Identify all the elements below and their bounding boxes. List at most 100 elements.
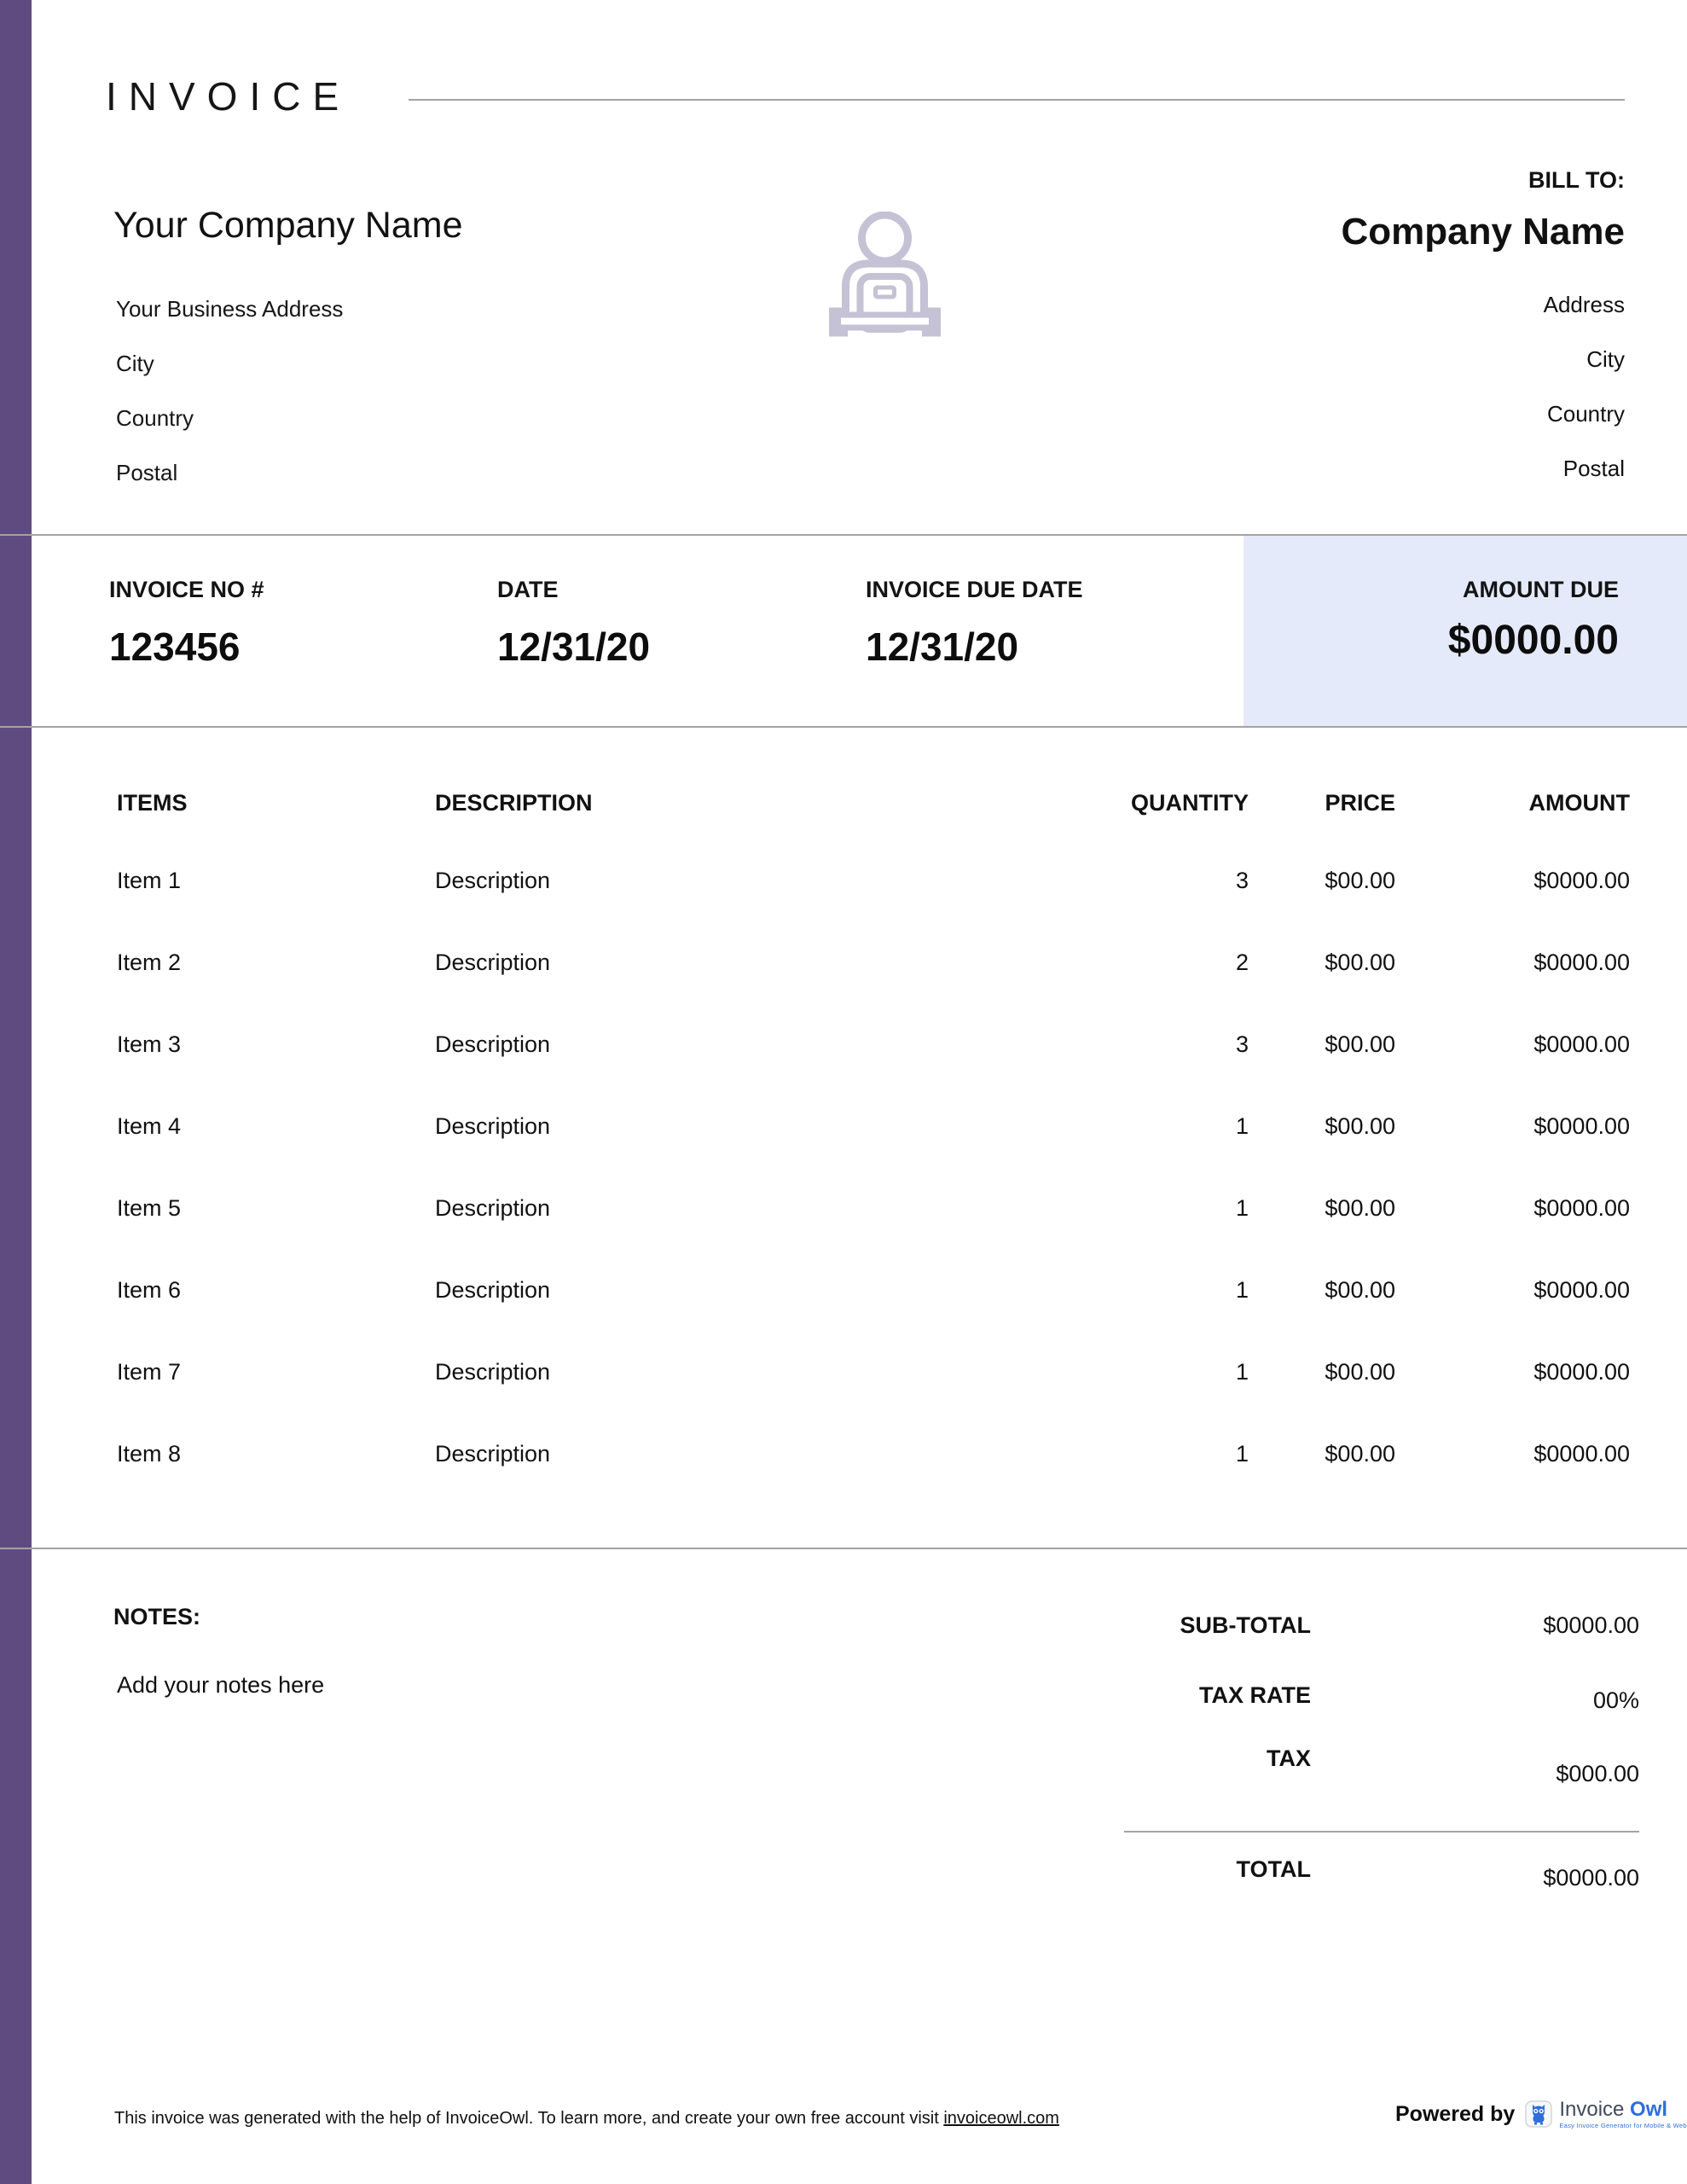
- owl-logo-icon: [1525, 2100, 1552, 2128]
- row-quantity: 1: [904, 1195, 1252, 1222]
- row-quantity: 1: [904, 1277, 1252, 1304]
- meta-band-top-line: [0, 534, 1687, 536]
- row-description: Description: [426, 1031, 904, 1058]
- row-item: Item 1: [109, 868, 426, 894]
- subtotal-label: SUB-TOTAL: [1180, 1612, 1311, 1639]
- row-description: Description: [426, 1195, 904, 1222]
- row-amount: $0000.00: [1399, 868, 1633, 894]
- left-accent-bar: [0, 0, 32, 2184]
- row-amount: $0000.00: [1399, 1441, 1633, 1467]
- row-description: Description: [426, 1113, 904, 1140]
- row-price: $00.00: [1252, 1031, 1399, 1058]
- row-amount: $0000.00: [1399, 1359, 1633, 1385]
- table-row: Item 1 Description 3 $00.00 $0000.00: [109, 839, 1633, 921]
- tax-label: TAX: [1267, 1745, 1311, 1772]
- company-address-city: City: [116, 336, 343, 391]
- powered-by-label: Powered by: [1395, 2102, 1515, 2127]
- total-value: $0000.00: [1543, 1865, 1639, 1891]
- table-row: Item 2 Description 2 $00.00 $0000.00: [109, 921, 1633, 1003]
- footer-note: This invoice was generated with the help…: [114, 2109, 1059, 2129]
- table-row: Item 4 Description 1 $00.00 $0000.00: [109, 1085, 1633, 1167]
- bill-to-block: BILL TO: Company Name Address City Count…: [1341, 167, 1625, 496]
- invoice-date-value: 12/31/20: [497, 624, 650, 670]
- row-quantity: 1: [904, 1359, 1252, 1385]
- row-quantity: 3: [904, 868, 1252, 894]
- company-address-country: Country: [116, 391, 343, 445]
- row-description: Description: [426, 868, 904, 894]
- row-description: Description: [426, 1359, 904, 1385]
- amount-due-label: AMOUNT DUE: [1463, 577, 1619, 602]
- bill-to-postal: Postal: [1341, 441, 1625, 496]
- table-row: Item 3 Description 3 $00.00 $0000.00: [109, 1003, 1633, 1085]
- row-item: Item 8: [109, 1441, 426, 1467]
- row-amount: $0000.00: [1399, 1031, 1633, 1058]
- table-row: Item 6 Description 1 $00.00 $0000.00: [109, 1249, 1633, 1331]
- company-address-block: Your Business Address City Country Posta…: [116, 282, 343, 500]
- row-description: Description: [426, 1277, 904, 1304]
- row-item: Item 5: [109, 1195, 426, 1222]
- brand-text-block: Invoice Owl Easy Invoice Generator for M…: [1559, 2099, 1687, 2129]
- person-desk-icon: [815, 212, 955, 348]
- row-price: $00.00: [1252, 1441, 1399, 1467]
- total-label: TOTAL: [1237, 1856, 1312, 1883]
- row-amount: $0000.00: [1399, 950, 1633, 976]
- invoice-date-field: DATE 12/31/20: [497, 577, 650, 670]
- row-item: Item 7: [109, 1359, 426, 1385]
- row-item: Item 3: [109, 1031, 426, 1058]
- items-table-body: Item 1 Description 3 $00.00 $0000.00 Ite…: [109, 839, 1633, 1495]
- notes-label: NOTES:: [113, 1604, 200, 1630]
- items-table-header: ITEMS DESCRIPTION QUANTITY PRICE AMOUNT: [109, 790, 1633, 816]
- company-address-line: Your Business Address: [116, 282, 343, 336]
- title-divider: [409, 99, 1625, 101]
- invoice-number-label: INVOICE NO #: [109, 577, 264, 602]
- row-quantity: 3: [904, 1031, 1252, 1058]
- total-divider: [1124, 1831, 1639, 1833]
- row-item: Item 2: [109, 950, 426, 976]
- bill-to-country: Country: [1341, 386, 1625, 441]
- footer-note-text: This invoice was generated with the help…: [114, 2109, 943, 2128]
- header-quantity: QUANTITY: [904, 790, 1252, 816]
- row-price: $00.00: [1252, 950, 1399, 976]
- notes-text: Add your notes here: [117, 1672, 324, 1699]
- bill-to-city: City: [1341, 332, 1625, 386]
- invoice-due-date-label: INVOICE DUE DATE: [866, 577, 1083, 602]
- company-address-postal: Postal: [116, 445, 343, 500]
- invoice-date-label: DATE: [497, 577, 559, 602]
- row-price: $00.00: [1252, 1277, 1399, 1304]
- section-divider: [0, 1548, 1687, 1549]
- row-price: $00.00: [1252, 1359, 1399, 1385]
- page-title: INVOICE: [106, 73, 351, 119]
- brand-tagline: Easy Invoice Generator for Mobile & Web: [1559, 2122, 1687, 2129]
- invoice-due-date-value: 12/31/20: [866, 624, 1083, 670]
- subtotal-value: $0000.00: [1543, 1612, 1639, 1639]
- invoice-number-value: 123456: [109, 624, 264, 670]
- company-name: Your Company Name: [113, 205, 463, 247]
- row-item: Item 4: [109, 1113, 426, 1140]
- powered-by-block: Powered by Invoice Owl Easy In: [1395, 2099, 1687, 2129]
- brand-owl-text: Owl: [1630, 2098, 1667, 2121]
- bill-to-label: BILL TO:: [1341, 167, 1625, 194]
- header-amount: AMOUNT: [1399, 790, 1633, 816]
- header-description: DESCRIPTION: [426, 790, 904, 816]
- row-description: Description: [426, 950, 904, 976]
- table-row: Item 5 Description 1 $00.00 $0000.00: [109, 1167, 1633, 1249]
- row-price: $00.00: [1252, 1195, 1399, 1222]
- tax-value: $000.00: [1556, 1761, 1639, 1787]
- table-row: Item 8 Description 1 $00.00 $0000.00: [109, 1413, 1633, 1495]
- brand-name: Invoice Owl: [1559, 2099, 1687, 2121]
- table-row: Item 7 Description 1 $00.00 $0000.00: [109, 1331, 1633, 1413]
- invoice-page: INVOICE Your Company Name Your Business …: [0, 0, 1687, 2184]
- row-price: $00.00: [1252, 1113, 1399, 1140]
- header-items: ITEMS: [109, 790, 426, 816]
- amount-due-field: AMOUNT DUE $0000.00: [1448, 577, 1619, 664]
- invoiceowl-link[interactable]: invoiceowl.com: [943, 2109, 1059, 2128]
- row-price: $00.00: [1252, 868, 1399, 894]
- row-amount: $0000.00: [1399, 1113, 1633, 1140]
- row-amount: $0000.00: [1399, 1277, 1633, 1304]
- invoice-due-date-field: INVOICE DUE DATE 12/31/20: [866, 577, 1083, 670]
- row-description: Description: [426, 1441, 904, 1467]
- row-quantity: 2: [904, 950, 1252, 976]
- tax-rate-label: TAX RATE: [1199, 1682, 1311, 1709]
- brand-invoice-text: Invoice: [1559, 2098, 1624, 2121]
- bill-to-address-block: Address City Country Postal: [1341, 277, 1625, 496]
